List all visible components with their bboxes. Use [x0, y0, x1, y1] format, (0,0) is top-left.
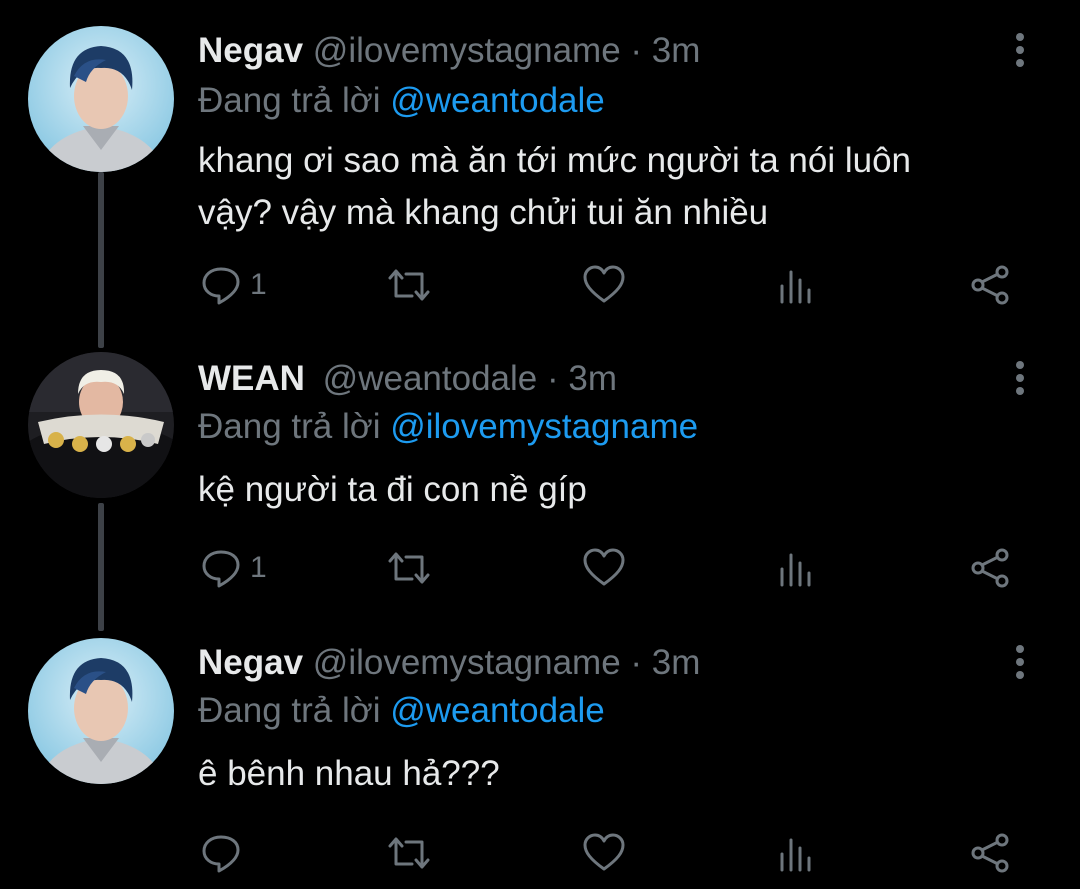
tweet-thread: Negav @ilovemystagname · 3m Đang trả lời… [0, 0, 1080, 889]
tweet-text-line: vậy? vậy mà khang chửi tui ăn nhiều [198, 193, 769, 232]
more-options-button[interactable] [1005, 30, 1035, 70]
display-name[interactable]: Negav [198, 643, 303, 682]
person-avatar-icon [28, 638, 174, 784]
like-button[interactable] [582, 828, 626, 878]
like-button[interactable] [582, 543, 626, 593]
analytics-button[interactable] [776, 543, 816, 593]
replying-to: Đang trả lời @weantodale [198, 80, 605, 122]
more-vertical-icon [1016, 361, 1024, 395]
reply-count: 1 [250, 268, 267, 301]
share-icon [971, 833, 1009, 873]
tweet-actions: 1 [198, 260, 1018, 310]
tweet-text-line: khang ơi sao mà ăn tới mức người ta nói … [198, 141, 912, 180]
tweet-text-line: ê bênh nhau hả??? [198, 754, 500, 793]
replying-prefix: Đang trả lời [198, 81, 381, 120]
retweet-button[interactable] [386, 260, 432, 310]
separator-dot: · [630, 643, 643, 682]
tweet-header: WEAN @weantodale · 3m [198, 358, 617, 400]
more-vertical-icon [1016, 33, 1024, 67]
separator-dot: · [546, 359, 559, 398]
reply-button[interactable] [200, 828, 242, 878]
share-button[interactable] [968, 828, 1012, 878]
avatar[interactable] [28, 352, 174, 498]
replying-prefix: Đang trả lời [198, 407, 381, 446]
tweet-actions [198, 828, 1018, 878]
share-icon [971, 265, 1009, 305]
timestamp[interactable]: 3m [652, 643, 701, 682]
mention-link[interactable]: @ilovemystagname [390, 407, 698, 446]
timestamp[interactable]: 3m [568, 359, 617, 398]
like-button[interactable] [582, 260, 626, 310]
reply-button[interactable]: 1 [200, 543, 267, 593]
mention-link[interactable]: @weantodale [390, 691, 605, 730]
analytics-icon [780, 838, 811, 872]
tweet-text: khang ơi sao mà ăn tới mức người ta nói … [198, 135, 1038, 239]
avatar[interactable] [28, 638, 174, 784]
more-options-button[interactable] [1005, 358, 1035, 398]
share-button[interactable] [968, 543, 1012, 593]
replying-to: Đang trả lời @weantodale [198, 690, 605, 732]
retweet-icon [388, 837, 430, 869]
reply-icon [202, 835, 240, 873]
tweet-actions: 1 [198, 543, 1018, 593]
avatar[interactable] [28, 26, 174, 172]
display-name[interactable]: WEAN [198, 359, 305, 398]
user-handle[interactable]: @weantodale [323, 359, 538, 398]
retweet-button[interactable] [386, 543, 432, 593]
reply-count: 1 [250, 551, 267, 584]
reply-icon [202, 267, 240, 305]
retweet-button[interactable] [386, 828, 432, 878]
tweet-text: ê bênh nhau hả??? [198, 748, 1038, 800]
retweet-icon [388, 552, 430, 584]
reply-button[interactable]: 1 [200, 260, 267, 310]
analytics-icon [780, 270, 811, 304]
share-icon [971, 548, 1009, 588]
tweet-text-line: kệ người ta đi con nề gíp [198, 470, 587, 509]
user-handle[interactable]: @ilovemystagname [313, 31, 621, 70]
person-avatar-icon [28, 352, 174, 498]
display-name[interactable]: Negav [198, 31, 303, 70]
replying-prefix: Đang trả lời [198, 691, 381, 730]
analytics-button[interactable] [776, 260, 816, 310]
replying-to: Đang trả lời @ilovemystagname [198, 406, 698, 448]
separator-dot: · [630, 31, 643, 70]
heart-icon [583, 833, 625, 871]
more-vertical-icon [1016, 645, 1024, 679]
retweet-icon [388, 269, 430, 301]
reply-icon [202, 550, 240, 588]
analytics-button[interactable] [776, 828, 816, 878]
more-options-button[interactable] [1005, 642, 1035, 682]
heart-icon [583, 548, 625, 586]
analytics-icon [780, 553, 811, 587]
tweet-header: Negav @ilovemystagname · 3m [198, 642, 700, 684]
user-handle[interactable]: @ilovemystagname [313, 643, 621, 682]
person-avatar-icon [28, 26, 174, 172]
heart-icon [583, 265, 625, 303]
share-button[interactable] [968, 260, 1012, 310]
tweet-text: kệ người ta đi con nề gíp [198, 464, 1038, 516]
thread-connector [98, 503, 104, 631]
mention-link[interactable]: @weantodale [390, 81, 605, 120]
tweet-header: Negav @ilovemystagname · 3m [198, 30, 700, 72]
timestamp[interactable]: 3m [652, 31, 701, 70]
thread-connector [98, 172, 104, 348]
